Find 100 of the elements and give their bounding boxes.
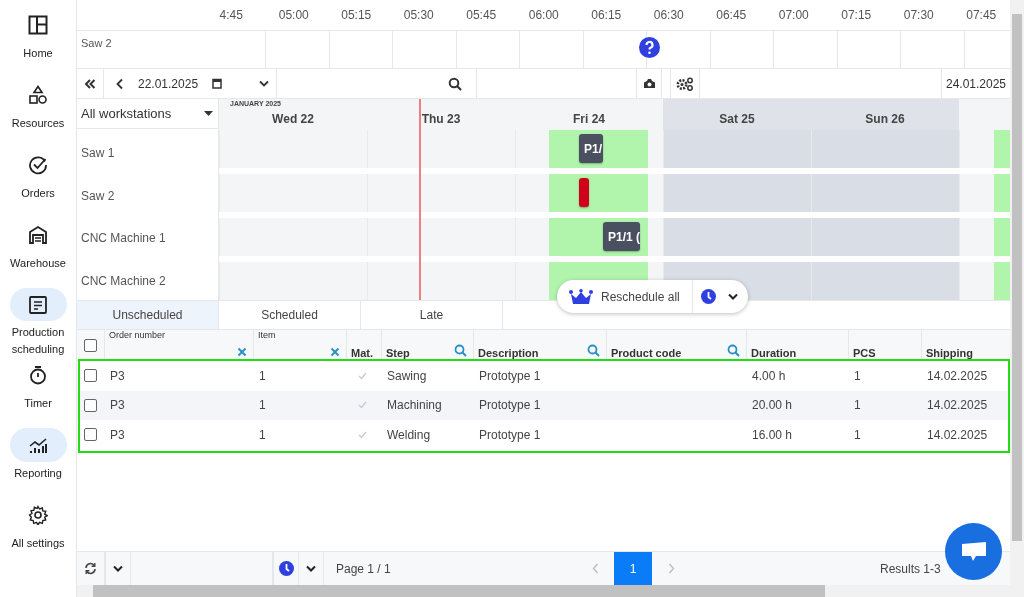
row-checkbox[interactable] — [84, 369, 97, 383]
nav-item[interactable]: All settings — [0, 498, 76, 568]
row-checkbox[interactable] — [84, 398, 97, 412]
camera-button[interactable] — [636, 69, 662, 98]
nav-item[interactable]: Warehouse — [0, 218, 76, 288]
table-cell: 1 — [259, 398, 266, 413]
table-cell: P3 — [110, 368, 125, 383]
chevron-left-icon — [116, 77, 124, 90]
chat-bubble-icon — [960, 540, 987, 563]
clear-filter-icon[interactable] — [330, 347, 340, 357]
table-cell: 1 — [854, 398, 861, 413]
table-cell: 1 — [854, 427, 861, 442]
workstation-dropdown[interactable]: All workstations — [77, 99, 218, 130]
calendar-icon — [212, 78, 223, 89]
nav-item[interactable]: Production scheduling — [0, 288, 76, 358]
task-bar[interactable]: P1/1 ( — [603, 222, 640, 251]
nav-item[interactable]: Reporting — [0, 428, 76, 498]
time-label: 05:45 — [465, 8, 498, 22]
camera-icon — [642, 78, 656, 89]
column-header[interactable]: Item — [258, 330, 276, 340]
chevron-left-icon — [591, 563, 599, 574]
day-header: Sun 26 — [811, 99, 959, 130]
search-icon — [448, 76, 462, 91]
warehouse-icon — [28, 225, 48, 245]
table-cell: 14.02.2025 — [927, 368, 988, 383]
table-cell: 14.02.2025 — [927, 427, 988, 442]
day-header: Sat 25 — [663, 99, 811, 130]
nav-item[interactable]: Orders — [0, 148, 76, 218]
table-cell: Prototype 1 — [479, 368, 541, 383]
column-header[interactable]: Shipping — [926, 347, 974, 359]
search-icon[interactable] — [587, 344, 600, 357]
help-icon[interactable] — [639, 37, 660, 58]
column-header[interactable]: Duration — [751, 347, 797, 359]
date-field[interactable]: 22.01.2025 — [104, 69, 252, 98]
nav-item[interactable]: Timer — [0, 358, 76, 428]
time-label: 06:15 — [590, 8, 623, 22]
workstation-name: Saw 1 — [81, 145, 115, 160]
table-cell: Sawing — [387, 368, 427, 383]
table-cell: Prototype 1 — [479, 427, 541, 442]
layout-icon — [28, 15, 48, 35]
clock-icon — [700, 289, 716, 304]
time-label: 06:00 — [527, 8, 560, 22]
chevron-down-icon — [259, 80, 269, 87]
column-header[interactable]: Order number — [109, 330, 166, 340]
task-bar[interactable]: P1/ — [579, 134, 603, 163]
settings-button[interactable] — [670, 69, 700, 98]
end-date: 24.01.2025 — [945, 76, 1007, 91]
time-label: 05:15 — [340, 8, 373, 22]
table-cell: P3 — [110, 398, 125, 413]
vertical-scrollbar[interactable] — [1010, 0, 1024, 597]
table-cell: Prototype 1 — [479, 398, 541, 413]
horizontal-scrollbar[interactable] — [77, 585, 1010, 597]
table-cell: 1 — [259, 368, 266, 383]
table-cell: 20.00 h — [752, 398, 793, 413]
table-cell: 1 — [854, 368, 861, 383]
day-header: Thu 23 — [367, 99, 515, 130]
column-header[interactable]: Mat. — [351, 347, 373, 359]
nav-item[interactable]: Home — [0, 8, 76, 78]
chevron-down-icon — [306, 565, 316, 572]
clear-filter-icon[interactable] — [237, 347, 247, 357]
time-label: 07:00 — [777, 8, 810, 22]
chart-icon — [28, 435, 48, 455]
document-icon — [28, 294, 48, 315]
column-header[interactable]: Product code — [611, 347, 682, 359]
column-header[interactable]: Description — [478, 347, 539, 359]
stopwatch-icon — [28, 365, 48, 385]
caret-icon — [204, 111, 213, 116]
column-header[interactable]: PCS — [853, 347, 876, 359]
availability-block — [994, 174, 1010, 212]
chevron-right-icon — [667, 563, 675, 574]
tab[interactable]: Unscheduled — [77, 301, 219, 329]
availability-block — [994, 130, 1010, 168]
availability-block — [994, 262, 1010, 300]
table-cell: 16.00 h — [752, 427, 793, 442]
resource-name: Saw 2 — [81, 37, 112, 49]
search-icon[interactable] — [727, 344, 740, 357]
table-cell: 14.02.2025 — [927, 398, 988, 413]
time-label: 05:00 — [277, 8, 310, 22]
select-all-checkbox[interactable] — [84, 338, 97, 352]
time-label: 4:45 — [218, 8, 244, 22]
column-header[interactable]: Step — [386, 347, 410, 359]
clock-button[interactable] — [273, 552, 299, 585]
clock-icon — [278, 561, 294, 576]
table-cell: 1 — [259, 427, 266, 442]
table-cell: P3 — [110, 427, 125, 442]
settings-icon — [28, 505, 48, 525]
search-icon[interactable] — [454, 344, 467, 357]
time-label: 07:30 — [902, 8, 935, 22]
page-button[interactable]: 1 — [614, 552, 652, 585]
day-header: Fri 24 — [515, 99, 663, 130]
crown-icon — [569, 288, 593, 305]
chevron-down-icon — [727, 293, 738, 300]
row-checkbox[interactable] — [84, 428, 97, 442]
workstation-name: Saw 2 — [81, 188, 115, 203]
table-cell: Welding — [387, 427, 431, 442]
check-circle-icon — [28, 155, 48, 175]
day-header — [959, 99, 1010, 130]
time-label: 06:30 — [652, 8, 685, 22]
time-label: 05:30 — [402, 8, 435, 22]
nav-item[interactable]: Resources — [0, 78, 76, 148]
